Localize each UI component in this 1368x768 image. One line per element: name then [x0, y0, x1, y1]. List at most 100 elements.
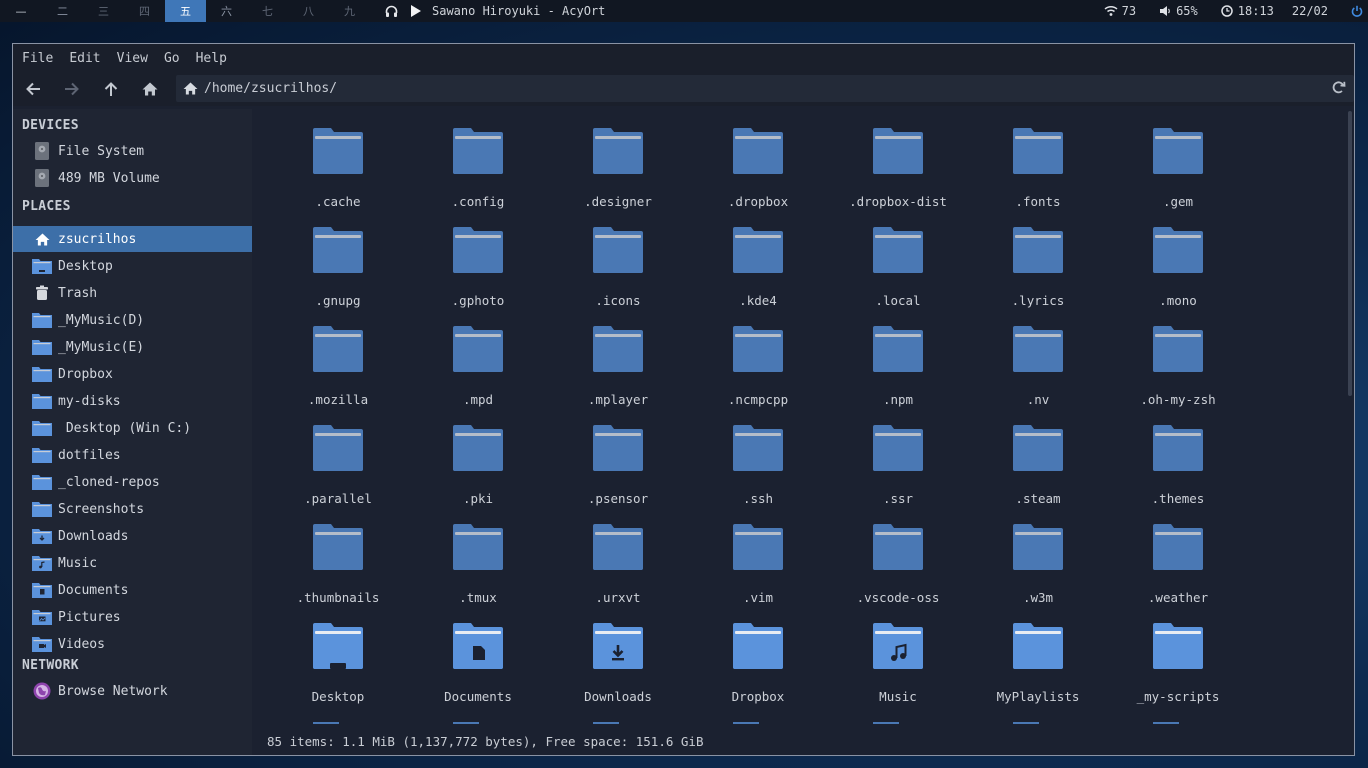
toolbar: /home/zsucrilhos/	[13, 72, 1354, 106]
up-button[interactable]	[91, 72, 130, 106]
folder-item-mplayer[interactable]: .mplayer	[548, 307, 688, 407]
sidebar-item-pictures[interactable]: Pictures	[13, 604, 252, 630]
sidebar-item-label: Pictures	[58, 609, 121, 625]
folder-item-ncmpcpp[interactable]: .ncmpcpp	[688, 307, 828, 407]
location-path[interactable]: /home/zsucrilhos/	[204, 81, 337, 96]
folder-item-desktop[interactable]: Desktop	[268, 604, 408, 704]
sidebar-item-music[interactable]: Music	[13, 550, 252, 576]
trash-icon	[32, 284, 52, 302]
folder-item-downloads[interactable]: Downloads	[548, 604, 688, 704]
sidebar-item-trash[interactable]: Trash	[13, 280, 252, 306]
wifi-icon[interactable]	[1104, 4, 1118, 18]
sidebar-item-screenshots[interactable]: Screenshots	[13, 496, 252, 522]
folder-item-parallel[interactable]: .parallel	[268, 406, 408, 506]
back-button[interactable]	[13, 72, 52, 106]
power-icon[interactable]	[1350, 4, 1364, 18]
folder-item-w3m[interactable]: .w3m	[968, 505, 1108, 605]
sidebar-item-zsucrilhos[interactable]: zsucrilhos	[13, 226, 252, 252]
folder-item-documents[interactable]: Documents	[408, 604, 548, 704]
sidebar-item-dotfiles[interactable]: dotfiles	[13, 442, 252, 468]
folder-item-npm[interactable]: .npm	[828, 307, 968, 407]
folder-icon	[1152, 623, 1204, 669]
media-widget[interactable]: Sawano Hiroyuki - AcyOrt	[384, 4, 605, 18]
folder-item-ssh[interactable]: .ssh	[688, 406, 828, 506]
folder-item-weather[interactable]: .weather	[1108, 505, 1248, 605]
folder-item-mpd[interactable]: .mpd	[408, 307, 548, 407]
menu-go[interactable]: Go	[155, 51, 187, 66]
menu-view[interactable]: View	[108, 51, 155, 66]
sidebar-item-downloads[interactable]: Downloads	[13, 523, 252, 549]
workspace-7[interactable]: 七	[247, 0, 288, 22]
folder-item-gnupg[interactable]: .gnupg	[268, 208, 408, 308]
home-icon	[32, 230, 52, 248]
vertical-scrollbar[interactable]	[1348, 111, 1352, 396]
folder-item-gem[interactable]: .gem	[1108, 109, 1248, 209]
sidebar-item-documents[interactable]: Documents	[13, 577, 252, 603]
folder-item-fonts[interactable]: .fonts	[968, 109, 1108, 209]
folder-item-steam[interactable]: .steam	[968, 406, 1108, 506]
workspace-4[interactable]: 四	[124, 0, 165, 22]
folder-item-urxvt[interactable]: .urxvt	[548, 505, 688, 605]
videos-folder-icon	[32, 635, 52, 653]
sidebar-item-dropbox[interactable]: Dropbox	[13, 361, 252, 387]
folder-item-psensor[interactable]: .psensor	[548, 406, 688, 506]
folder-icon	[732, 425, 784, 471]
folder-item-music[interactable]: Music	[828, 604, 968, 704]
sidebar-item-489mb-volume[interactable]: 489 MB Volume	[13, 165, 252, 191]
folder-item-dropbox-dist[interactable]: .dropbox-dist	[828, 109, 968, 209]
folder-item-local[interactable]: .local	[828, 208, 968, 308]
sidebar-item-videos[interactable]: Videos	[13, 631, 252, 657]
menu-edit[interactable]: Edit	[60, 51, 107, 66]
folder-item-vscode-oss[interactable]: .vscode-oss	[828, 505, 968, 605]
workspace-3[interactable]: 三	[83, 0, 124, 22]
sidebar-item-desktop-win-c[interactable]: Desktop (Win C:)	[13, 415, 252, 441]
location-bar[interactable]: /home/zsucrilhos/	[176, 75, 1354, 102]
folder-item-themes[interactable]: .themes	[1108, 406, 1248, 506]
folder-item-designer[interactable]: .designer	[548, 109, 688, 209]
workspace-8[interactable]: 八	[288, 0, 329, 22]
workspace-9[interactable]: 九	[329, 0, 370, 22]
folder-item-gphoto[interactable]: .gphoto	[408, 208, 548, 308]
sidebar-item-browse-network[interactable]: Browse Network	[13, 678, 252, 704]
forward-button[interactable]	[52, 72, 91, 106]
home-button[interactable]	[130, 72, 169, 106]
sidebar-item-cloned-repos[interactable]: _cloned-repos	[13, 469, 252, 495]
folder-item-mozilla[interactable]: .mozilla	[268, 307, 408, 407]
folder-label: .designer	[584, 194, 652, 209]
sidebar-item-my-disks[interactable]: my-disks	[13, 388, 252, 414]
folder-item-thumbnails[interactable]: .thumbnails	[268, 505, 408, 605]
folder-item-pki[interactable]: .pki	[408, 406, 548, 506]
reload-icon[interactable]	[1331, 80, 1346, 99]
sidebar-item-file-system[interactable]: File System	[13, 138, 252, 164]
menu-file[interactable]: File	[13, 51, 60, 66]
menu-help[interactable]: Help	[187, 51, 234, 66]
folder-item-dropbox[interactable]: .dropbox	[688, 109, 828, 209]
workspace-6[interactable]: 六	[206, 0, 247, 22]
play-icon[interactable]	[408, 4, 422, 18]
folder-item-mono[interactable]: .mono	[1108, 208, 1248, 308]
folder-item-myplaylists[interactable]: MyPlaylists	[968, 604, 1108, 704]
sidebar-item-desktop[interactable]: Desktop	[13, 253, 252, 279]
folder-item-kde4[interactable]: .kde4	[688, 208, 828, 308]
folder-item-vim[interactable]: .vim	[688, 505, 828, 605]
folder-label: .w3m	[1022, 590, 1054, 605]
folder-item-cache[interactable]: .cache	[268, 109, 408, 209]
folder-peek	[1013, 722, 1039, 724]
workspace-2[interactable]: 二	[42, 0, 83, 22]
folder-item-dropbox[interactable]: Dropbox	[688, 604, 828, 704]
folder-item-oh-my-zsh[interactable]: .oh-my-zsh	[1108, 307, 1248, 407]
folder-icon	[732, 128, 784, 174]
sidebar-item-mymusic-d[interactable]: _MyMusic(D)	[13, 307, 252, 333]
folder-item-icons[interactable]: .icons	[548, 208, 688, 308]
folder-item-config[interactable]: .config	[408, 109, 548, 209]
folder-item-lyrics[interactable]: .lyrics	[968, 208, 1108, 308]
folder-item-ssr[interactable]: .ssr	[828, 406, 968, 506]
folder-item-my-scripts[interactable]: _my-scripts	[1108, 604, 1248, 704]
volume-icon[interactable]	[1158, 4, 1172, 18]
folder-item-tmux[interactable]: .tmux	[408, 505, 548, 605]
workspace-5[interactable]: 五	[165, 0, 206, 22]
sidebar: DEVICES File System 489 MB Volume PLACES…	[13, 109, 252, 755]
menu-dash[interactable]: —	[0, 0, 42, 22]
folder-item-nv[interactable]: .nv	[968, 307, 1108, 407]
sidebar-item-mymusic-e[interactable]: _MyMusic(E)	[13, 334, 252, 360]
